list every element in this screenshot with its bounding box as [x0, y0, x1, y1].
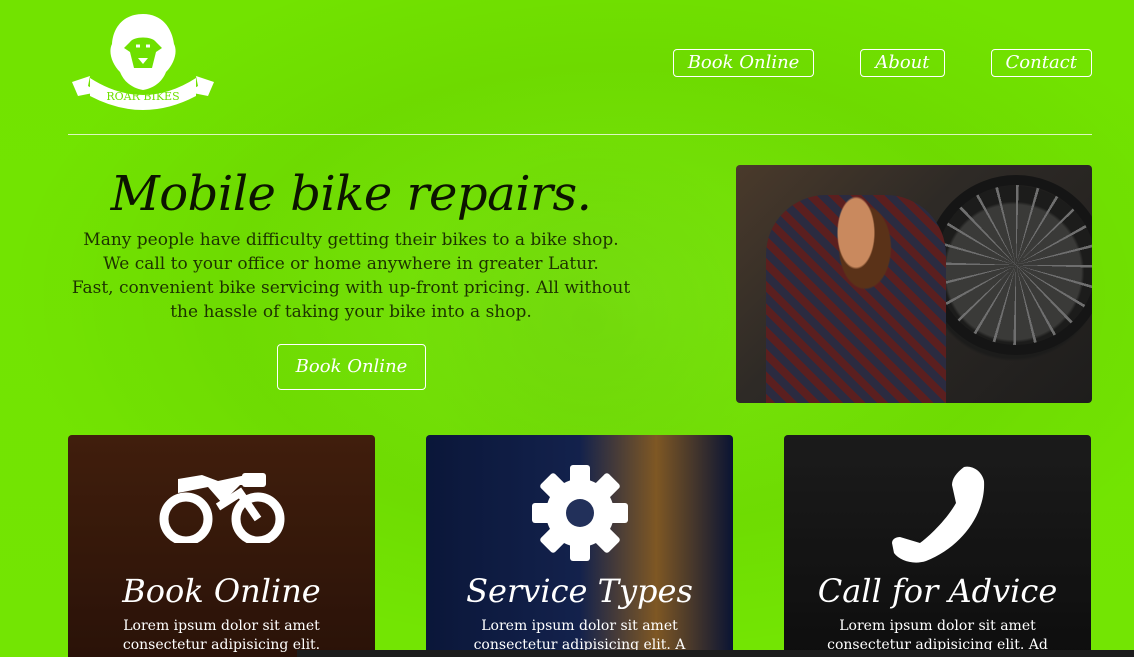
card-title: Call for Advice — [817, 572, 1058, 610]
card-service-types[interactable]: Service Types Lorem ipsum dolor sit amet… — [426, 435, 733, 657]
card-title: Service Types — [466, 572, 693, 610]
bottom-scrollbar[interactable] — [297, 650, 1134, 657]
mechanic-photo — [736, 165, 1092, 403]
roar-bikes-logo[interactable]: ROAR BIKES — [68, 12, 218, 114]
gear-icon — [531, 465, 628, 561]
phone-icon — [891, 466, 984, 563]
main-nav: Book Online About Contact — [672, 49, 1092, 77]
bike-wheel-shape — [926, 175, 1092, 355]
nav-contact-button[interactable]: Contact — [990, 49, 1092, 77]
mechanic-figure — [766, 195, 946, 403]
header-divider — [68, 134, 1092, 135]
lion-head-icon — [110, 14, 176, 90]
nav-book-online-button[interactable]: Book Online — [672, 49, 815, 77]
card-title: Book Online — [122, 572, 321, 610]
card-book-online[interactable]: Book Online Lorem ipsum dolor sit amet c… — [68, 435, 375, 657]
hero-paragraph-1: Many people have difficulty getting thei… — [83, 230, 619, 274]
logo-text: ROAR BIKES — [106, 90, 179, 103]
card-call-for-advice[interactable]: Call for Advice Lorem ipsum dolor sit am… — [784, 435, 1091, 657]
motorcycle-icon — [159, 473, 284, 543]
hero-section: Mobile bike repairs. Many people have di… — [68, 160, 634, 324]
nav-about-button[interactable]: About — [860, 49, 945, 77]
hero-paragraph-2: Fast, convenient bike servicing with up-… — [71, 278, 631, 322]
hero-book-online-button[interactable]: Book Online — [277, 344, 426, 390]
hero-title: Mobile bike repairs. — [110, 166, 592, 222]
